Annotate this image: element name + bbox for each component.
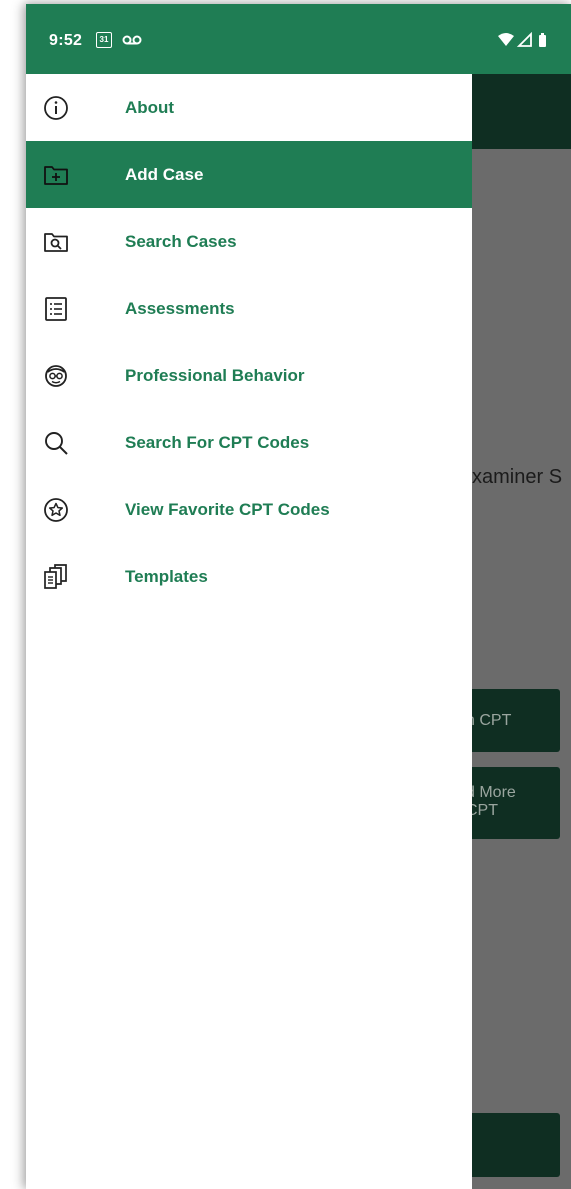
info-icon (44, 95, 68, 120)
folder-add-icon (44, 165, 68, 185)
search-icon (45, 431, 68, 455)
background-button-line1: d More (466, 784, 516, 801)
status-bar: 9:52 31 (26, 4, 571, 74)
navigation-drawer: About Add Case Search Cases Assessments … (26, 74, 472, 1189)
menu-item-assessments[interactable]: Assessments (26, 275, 472, 342)
menu-item-search-cpt-codes[interactable]: Search For CPT Codes (26, 409, 472, 476)
templates-icon (44, 563, 67, 589)
voicemail-icon (122, 33, 142, 51)
menu-item-professional-behavior[interactable]: Professional Behavior (26, 342, 472, 409)
phone-screen: xaminer S h CPT d More CPT 9:52 31 About… (26, 4, 571, 1189)
menu-item-view-favorite-cpt-codes[interactable]: View Favorite CPT Codes (26, 476, 472, 543)
menu-label-add-case: Add Case (125, 164, 204, 184)
menu-label-about: About (125, 97, 175, 117)
folder-search-icon (44, 232, 68, 252)
wifi-icon (498, 33, 514, 46)
star-circle-icon (44, 497, 68, 522)
menu-label-view-favorite-cpt-codes: View Favorite CPT Codes (125, 499, 330, 519)
menu-item-add-case[interactable]: Add Case (26, 141, 472, 208)
person-glasses-icon (45, 364, 67, 387)
menu-label-search-cases: Search Cases (125, 231, 237, 251)
menu-item-search-cases[interactable]: Search Cases (26, 208, 472, 275)
battery-icon (539, 33, 546, 47)
calendar-icon: 31 (96, 32, 112, 48)
signal-icon (516, 31, 532, 47)
menu-label-assessments: Assessments (125, 298, 235, 318)
menu-label-templates: Templates (125, 566, 208, 586)
menu-item-about[interactable]: About (26, 74, 472, 141)
status-time: 9:52 (49, 32, 83, 49)
background-button-line2: CPT (466, 802, 498, 819)
system-icons (497, 31, 549, 53)
menu-item-templates[interactable]: Templates (26, 543, 472, 610)
list-document-icon (45, 296, 67, 321)
menu-label-professional-behavior: Professional Behavior (125, 365, 305, 385)
menu-label-search-cpt-codes: Search For CPT Codes (125, 432, 310, 452)
